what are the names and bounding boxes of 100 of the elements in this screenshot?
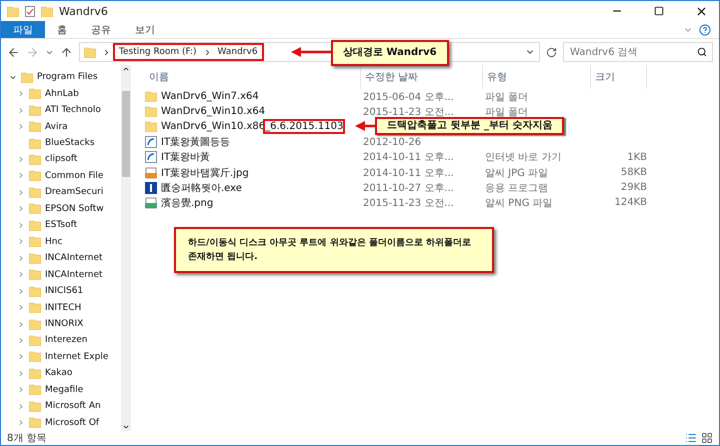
image-file-icon <box>145 196 157 209</box>
ribbon-tab[interactable]: 보기 <box>123 21 167 38</box>
folder-label: INCAInternet <box>45 270 103 280</box>
annotation-callout: 상대경로 Wandrv6 <box>331 40 449 66</box>
folder-icon <box>145 106 157 118</box>
shortcut-icon <box>145 136 157 148</box>
ribbon-tab[interactable]: 공유 <box>79 21 123 38</box>
tree-item[interactable]: INITECH <box>1 299 121 316</box>
tree-item[interactable]: Common File <box>1 168 121 184</box>
scrollbar[interactable] <box>121 65 131 431</box>
tree-item[interactable]: Interezen <box>1 332 121 349</box>
chevron-icon <box>102 48 111 56</box>
size-cell-text: 58KB <box>620 167 647 178</box>
type-cell-text: 파일 폴더 <box>484 90 530 104</box>
tree-item[interactable]: BlueStacks <box>1 134 121 152</box>
folder-icon <box>29 154 41 165</box>
folder-label: Hnc <box>45 236 62 247</box>
scroll-down-icon[interactable] <box>122 423 130 431</box>
file-name: IT葉왕바탬冀斤.jpg <box>161 166 249 180</box>
type-cell-text: 알씨 PNG 파일 <box>484 196 554 210</box>
properties-icon <box>25 6 35 16</box>
folder-icon <box>29 368 41 379</box>
annotation-callout: 하드/이동식 디스크 아무곳 루트에 위와같은 폴더이름으로 하위폴더로 존재하면 됩니다. <box>174 227 494 273</box>
type-cell-text: 응용 프로그램 <box>484 182 550 195</box>
refresh-icon[interactable] <box>546 46 557 58</box>
arrow <box>355 121 375 131</box>
back-icon[interactable] <box>7 46 20 58</box>
help-icon[interactable] <box>699 24 711 36</box>
folder-label: Kakao <box>45 368 72 378</box>
date-cell-text: 2014-10-11 오후... <box>362 151 455 164</box>
size-cell-text: 124KB <box>613 197 647 208</box>
tree-item[interactable]: ESTsoft <box>1 217 121 234</box>
tree-item[interactable]: ATI Technolo <box>1 102 121 118</box>
image-file-icon <box>145 166 157 179</box>
file-name: 匱숭퍼輅뭣아.exe <box>161 182 242 195</box>
folder-icon <box>29 220 41 231</box>
folder-icon <box>29 318 41 330</box>
arrow <box>291 47 331 57</box>
tree-item[interactable]: Program Files <box>1 69 121 86</box>
search-icon <box>697 47 707 57</box>
folder-icon <box>29 417 41 428</box>
close-icon <box>694 4 708 18</box>
tree-item[interactable]: Megafile <box>1 382 121 398</box>
up-icon[interactable] <box>60 46 73 58</box>
folder-icon <box>29 170 41 182</box>
tree-item[interactable]: Hnc <box>1 234 121 250</box>
address-segment[interactable]: Testing Room (F:) <box>119 47 197 57</box>
tree-item[interactable]: EPSON Softw <box>1 200 121 218</box>
size-cell-text: 1KB <box>626 152 647 163</box>
ribbon-tab[interactable]: 파일 <box>1 21 45 38</box>
folder-icon <box>29 400 41 412</box>
folder-icon <box>41 6 53 16</box>
file-name: WanDrv6_Win10.x64 <box>161 106 266 118</box>
column-header[interactable]: 크기 <box>591 65 647 89</box>
scroll-thumb[interactable] <box>122 91 130 177</box>
icons-view-icon[interactable] <box>701 432 713 444</box>
folder-label: DreamSecuri <box>45 187 104 198</box>
tree-item[interactable]: Kakao <box>1 365 121 382</box>
address-segment[interactable]: Wandrv6 <box>218 47 258 57</box>
tree-item[interactable]: INICIS61 <box>1 282 121 300</box>
tree-item[interactable]: Microsoft An <box>1 398 121 415</box>
tree-item[interactable]: DreamSecuri <box>1 184 121 201</box>
item-count: 8개 항목 <box>7 432 48 445</box>
tree-item[interactable]: INCAInternet <box>1 250 121 266</box>
folder-icon <box>7 6 19 16</box>
file-name: WanDrv6_Win10.x86_6.6.2015.1103 <box>161 121 344 132</box>
date-cell-text: 2015-11-23 오전... <box>362 196 455 210</box>
folder-icon <box>29 252 41 264</box>
folder-icon <box>29 186 41 198</box>
tree-item[interactable]: AhnLab <box>1 85 121 102</box>
folder-icon <box>29 88 41 100</box>
annotation-callout: 드택압축풀고 뒷부분 _부터 숫자지움 <box>375 117 564 135</box>
type-cell-text: 파일 폴더 <box>484 106 530 119</box>
folder-label: Common File <box>45 170 104 181</box>
folder-label: BlueStacks <box>45 138 95 148</box>
column-header[interactable]: 유형 <box>483 65 591 89</box>
tree-item[interactable]: INNORIX <box>1 316 121 332</box>
file-name: 濱응覺.png <box>161 196 214 210</box>
folder-label: ESTsoft <box>45 220 78 230</box>
program-icon <box>145 182 157 194</box>
folder-label: INITECH <box>45 302 82 313</box>
folder-label: Interezen <box>45 335 88 346</box>
search-field[interactable]: Wandrv6 검색 <box>563 42 713 62</box>
ribbon-tab[interactable]: 홈 <box>45 21 79 38</box>
folder-icon <box>29 121 41 132</box>
tree-item[interactable]: INCAInternet <box>1 266 121 283</box>
folder-label: Internet Exple <box>45 352 108 362</box>
tree-item[interactable]: Internet Exple <box>1 348 121 366</box>
folder-label: EPSON Softw <box>45 204 104 214</box>
folder-label: INICIS61 <box>45 286 84 296</box>
tree-item[interactable]: Microsoft Of <box>1 414 121 431</box>
scroll-up-icon[interactable] <box>122 65 130 73</box>
type-cell-text: 알씨 JPG 파일 <box>484 166 550 180</box>
folder-label: Program Files <box>37 72 98 82</box>
folder-label: Avira <box>45 122 68 132</box>
tree-item[interactable]: Avira <box>1 118 121 135</box>
folder-icon <box>29 334 41 346</box>
tree-item[interactable]: clipsoft <box>1 151 121 168</box>
file-name: IT葉왕바黃 <box>161 150 210 164</box>
folder-label: AhnLab <box>45 88 79 99</box>
